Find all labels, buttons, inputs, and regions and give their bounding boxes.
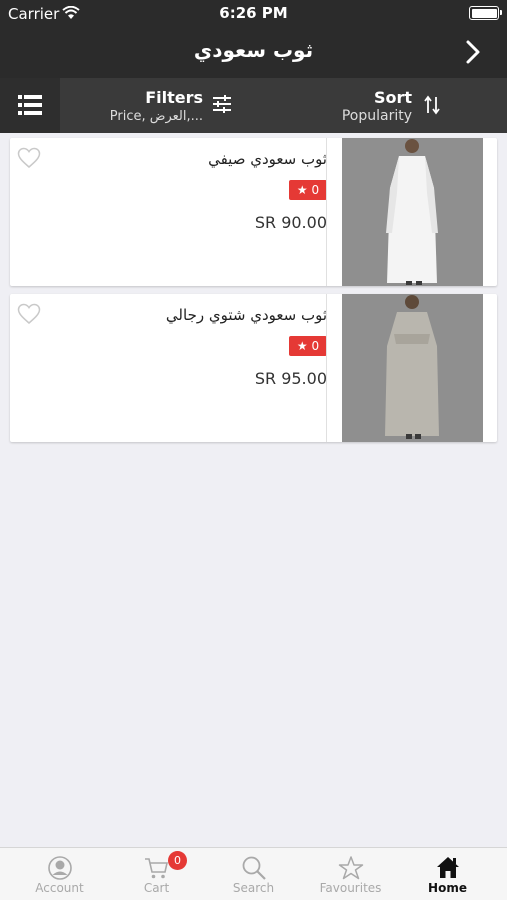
product-image[interactable] xyxy=(342,138,483,286)
cart-count-badge: 0 xyxy=(168,851,187,870)
list-menu-icon xyxy=(18,95,42,115)
rating-badge: ★ 0 xyxy=(289,336,327,356)
product-price: SR 95.00 xyxy=(254,369,327,388)
sort-button[interactable]: Sort Popularity xyxy=(300,78,450,133)
product-card[interactable]: ثوب سعودي شتوي رجالي ★ 0 SR 95.00 xyxy=(10,294,497,442)
navigation-bar: ثوب سعودي xyxy=(0,26,507,78)
list-view-button[interactable] xyxy=(0,78,60,133)
product-price: SR 90.00 xyxy=(254,213,327,232)
sort-arrows-icon xyxy=(424,95,440,119)
search-icon xyxy=(241,855,267,881)
filters-button[interactable]: Filters Price, العرض,... xyxy=(60,78,240,133)
account-icon xyxy=(47,855,73,881)
favourite-heart-icon[interactable] xyxy=(17,147,41,173)
filters-label: Filters xyxy=(145,88,203,107)
home-icon xyxy=(435,855,461,881)
page-title: ثوب سعودي xyxy=(193,38,314,62)
tab-home[interactable]: Home xyxy=(397,848,498,900)
tab-label: Cart xyxy=(143,881,170,895)
tab-label: Account xyxy=(35,881,84,895)
tab-label: Home xyxy=(428,881,467,895)
clock: 6:26 PM xyxy=(219,4,288,22)
product-name[interactable]: ثوب سعودي شتوي رجالي xyxy=(166,306,327,324)
sort-summary: Popularity xyxy=(341,108,412,124)
tab-label: Favourites xyxy=(319,881,382,895)
battery-icon xyxy=(469,6,502,20)
sort-filter-bar: Filters Price, العرض,... Sort Popularity xyxy=(0,78,507,133)
tab-cart[interactable]: 0 Cart xyxy=(106,848,207,900)
status-bar: Carrier 6:26 PM xyxy=(0,0,507,26)
sliders-icon xyxy=(212,95,232,117)
tab-label: Search xyxy=(232,881,275,895)
product-image[interactable] xyxy=(342,294,483,442)
tab-account[interactable]: Account xyxy=(9,848,110,900)
favourite-heart-icon[interactable] xyxy=(17,303,41,329)
cart-icon xyxy=(144,855,170,881)
product-name[interactable]: ثوب سعودي صيفي xyxy=(208,150,327,168)
filters-summary: Price, العرض,... xyxy=(109,109,203,124)
tab-search[interactable]: Search xyxy=(203,848,304,900)
card-divider xyxy=(326,294,327,442)
tab-favourites[interactable]: Favourites xyxy=(300,848,401,900)
rating-badge: ★ 0 xyxy=(289,180,327,200)
back-arrow-icon[interactable] xyxy=(461,38,485,66)
star-icon xyxy=(338,855,364,881)
card-divider xyxy=(326,138,327,286)
sort-label: Sort xyxy=(373,88,412,107)
tab-bar: Account 0 Cart Search Favourites Home xyxy=(0,847,507,900)
product-card[interactable]: ثوب سعودي صيفي ★ 0 SR 90.00 xyxy=(10,138,497,286)
